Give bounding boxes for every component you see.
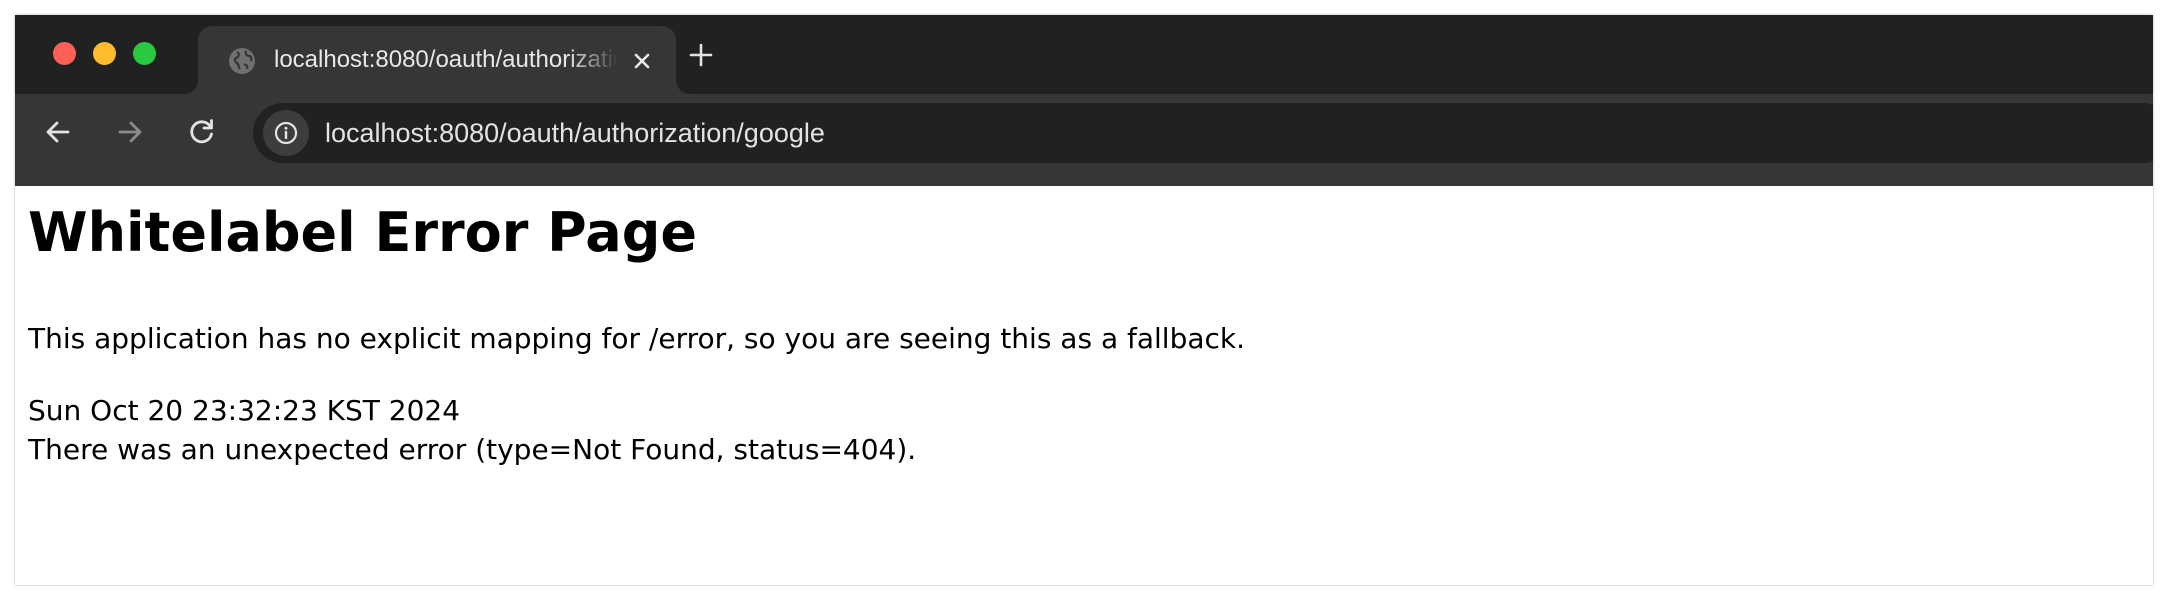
page-content: Whitelabel Error Page This application h…: [15, 186, 2153, 585]
info-icon[interactable]: [263, 110, 309, 156]
tab-title: localhost:8080/oauth/authorization/googl…: [274, 46, 619, 73]
reload-icon[interactable]: [182, 112, 222, 152]
globe-icon: [228, 47, 256, 75]
arrow-right-icon[interactable]: [110, 112, 150, 152]
page-title: Whitelabel Error Page: [28, 201, 698, 264]
arrow-left-icon[interactable]: [38, 112, 78, 152]
minimize-window-button[interactable]: [93, 42, 116, 65]
tab-active[interactable]: localhost:8080/oauth/authorization/googl…: [198, 26, 676, 94]
browser-window: localhost:8080/oauth/authorization/googl…: [15, 15, 2153, 585]
address-bar[interactable]: localhost:8080/oauth/authorization/googl…: [253, 103, 2153, 163]
url-text[interactable]: localhost:8080/oauth/authorization/googl…: [325, 115, 825, 151]
browser-toolbar: localhost:8080/oauth/authorization/googl…: [15, 94, 2153, 172]
plus-icon[interactable]: [683, 37, 719, 73]
mapping-message: This application has no explicit mapping…: [28, 322, 1246, 355]
error-timestamp: Sun Oct 20 23:32:23 KST 2024: [28, 394, 461, 427]
error-message: There was an unexpected error (type=Not …: [28, 433, 917, 466]
toolbar-divider: [15, 172, 2153, 186]
zoom-window-button[interactable]: [133, 42, 156, 65]
close-icon[interactable]: [626, 45, 658, 77]
tab-strip: localhost:8080/oauth/authorization/googl…: [15, 15, 2153, 94]
close-window-button[interactable]: [53, 42, 76, 65]
